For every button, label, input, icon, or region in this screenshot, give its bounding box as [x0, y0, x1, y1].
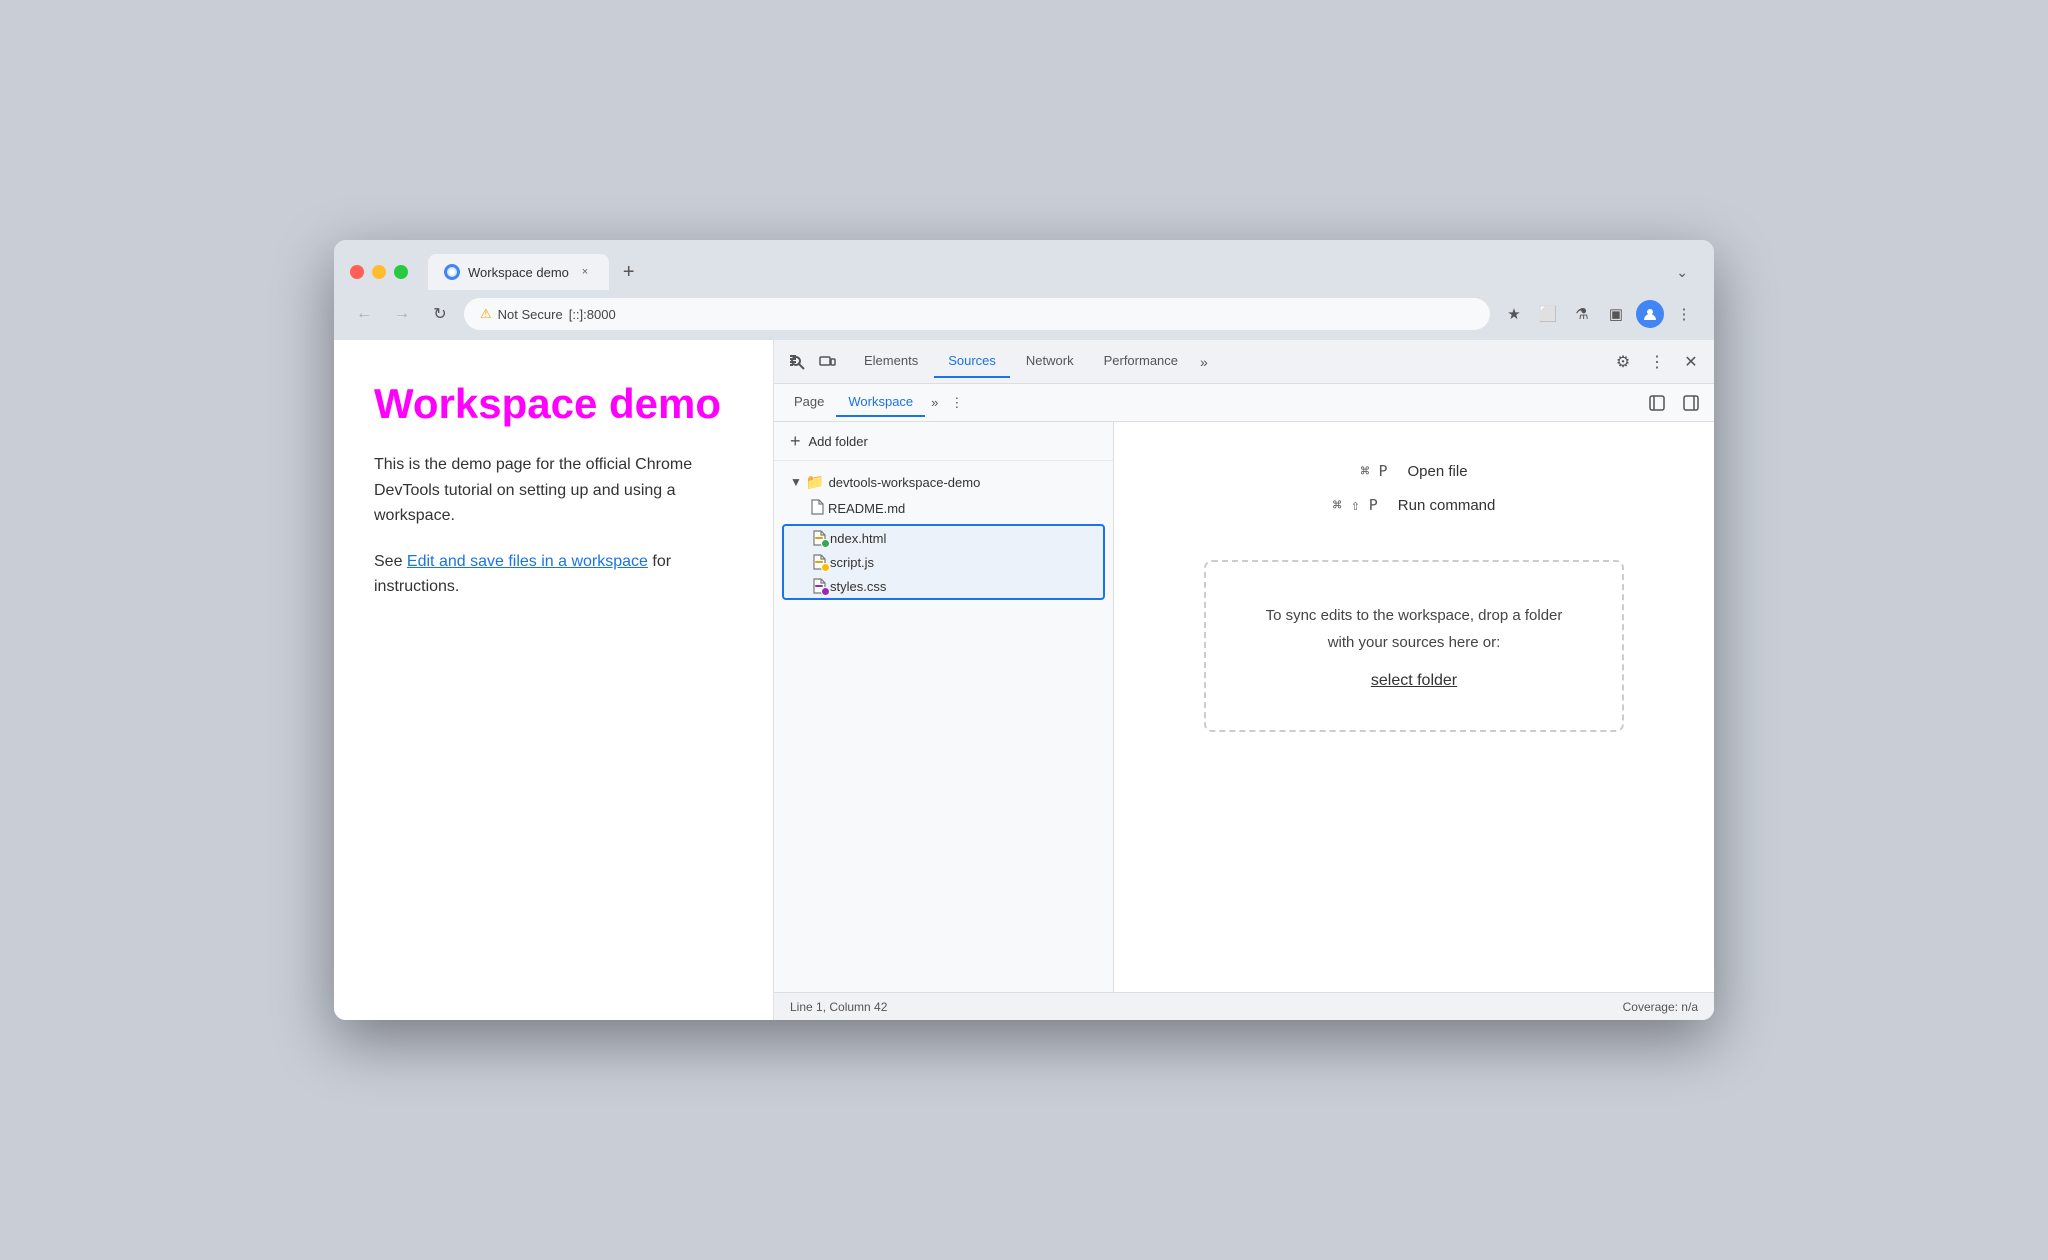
- bookmark-button[interactable]: ★: [1500, 300, 1528, 328]
- url-text: [::]​:8000: [569, 307, 616, 322]
- files-highlight-group: ndex.html: [782, 524, 1105, 600]
- active-tab[interactable]: Workspace demo ×: [428, 254, 609, 290]
- minimize-traffic-light[interactable]: [372, 265, 386, 279]
- folder-expand-icon: ▼: [790, 475, 802, 489]
- devtools-secondary-toolbar: Page Workspace » ⋮: [774, 384, 1714, 422]
- page-description: This is the demo page for the official C…: [374, 452, 733, 529]
- devtools-toolbar-actions: ⚙ ⋮ ✕: [1608, 347, 1706, 377]
- extensions-button[interactable]: ⬜: [1534, 300, 1562, 328]
- folder-row[interactable]: ▼ 📁 devtools-workspace-demo: [774, 469, 1113, 495]
- file-row-css[interactable]: styles.css: [784, 574, 1103, 598]
- address-bar: ← → ↻ ⚠ Not Secure [::]​:8000 ★ ⬜ ⚗ ▣ ⋮: [334, 290, 1714, 340]
- forward-button[interactable]: →: [388, 300, 416, 328]
- labs-button[interactable]: ⚗: [1568, 300, 1596, 328]
- url-bar[interactable]: ⚠ Not Secure [::]​:8000: [464, 298, 1490, 330]
- devtools-panel: Elements Sources Network Performance » ⚙…: [774, 340, 1714, 1020]
- maximize-traffic-light[interactable]: [394, 265, 408, 279]
- see-label: See: [374, 553, 407, 570]
- not-secure-label: Not Secure: [498, 307, 563, 322]
- webpage-panel: Workspace demo This is the demo page for…: [334, 340, 774, 1020]
- main-content: Workspace demo This is the demo page for…: [334, 340, 1714, 1020]
- add-folder-button[interactable]: + Add folder: [774, 422, 1113, 461]
- file-row-js[interactable]: script.js: [784, 550, 1103, 574]
- drop-zone-text: To sync edits to the workspace, drop a f…: [1256, 602, 1572, 656]
- browser-toolbar: ★ ⬜ ⚗ ▣ ⋮: [1500, 300, 1698, 328]
- file-name-css: styles.css: [830, 579, 886, 594]
- devtools-body: + Add folder ▼ 📁 devtools-workspace-demo: [774, 422, 1714, 992]
- subtab-page[interactable]: Page: [782, 388, 836, 417]
- page-link[interactable]: Edit and save files in a workspace: [407, 553, 648, 570]
- tab-elements[interactable]: Elements: [850, 345, 932, 378]
- page-title: Workspace demo: [374, 380, 733, 428]
- user-button[interactable]: [1636, 300, 1664, 328]
- browser-window: Workspace demo × + ⌄ ← → ↻ ⚠ Not Secure …: [334, 240, 1714, 1020]
- file-name-js: script.js: [830, 555, 874, 570]
- select-folder-link[interactable]: select folder: [1256, 672, 1572, 690]
- title-bar: Workspace demo × + ⌄: [334, 240, 1714, 290]
- shortcut-run-command: ⌘ ⇧ P Run command: [1333, 496, 1496, 514]
- file-row-readme[interactable]: README.md: [774, 495, 1113, 522]
- tab-overflow-button[interactable]: »: [1194, 346, 1214, 378]
- dot-purple: [821, 587, 830, 596]
- file-icon-css: [812, 578, 826, 594]
- file-icon-readme: [810, 499, 824, 518]
- shortcut-run-keys: ⌘ ⇧ P: [1333, 496, 1378, 514]
- drop-zone[interactable]: To sync edits to the workspace, drop a f…: [1204, 560, 1624, 732]
- file-name-html: ndex.html: [830, 531, 886, 546]
- file-icon-html: [812, 530, 826, 546]
- devtools-tabs: Elements Sources Network Performance »: [842, 345, 1608, 378]
- file-panel: + Add folder ▼ 📁 devtools-workspace-demo: [774, 422, 1114, 992]
- inspect-element-button[interactable]: [782, 347, 812, 377]
- file-name-readme: README.md: [828, 501, 905, 516]
- close-traffic-light[interactable]: [350, 265, 364, 279]
- devtools-toolbar: Elements Sources Network Performance » ⚙…: [774, 340, 1714, 384]
- dot-orange: [821, 563, 830, 572]
- tab-bar: Workspace demo × + ⌄: [428, 254, 1698, 290]
- tab-performance[interactable]: Performance: [1090, 345, 1192, 378]
- shortcut-run-action: Run command: [1398, 497, 1496, 514]
- status-position: Line 1, Column 42: [790, 1000, 887, 1014]
- file-row-html[interactable]: ndex.html: [784, 526, 1103, 550]
- secondary-toolbar-right: [1642, 388, 1706, 418]
- devtools-settings-button[interactable]: ⚙: [1608, 347, 1638, 377]
- subtab-more[interactable]: ⋮: [944, 389, 969, 417]
- subtab-workspace[interactable]: Workspace: [836, 388, 925, 417]
- new-tab-button[interactable]: +: [613, 255, 645, 290]
- editor-panel: ⌘ P Open file ⌘ ⇧ P Run command To sync …: [1114, 422, 1714, 992]
- tab-favicon: [444, 264, 460, 280]
- refresh-button[interactable]: ↻: [426, 300, 454, 328]
- status-coverage: Coverage: n/a: [1623, 1000, 1698, 1014]
- add-folder-label: Add folder: [809, 434, 868, 449]
- device-toggle-button[interactable]: [812, 347, 842, 377]
- status-bar: Line 1, Column 42 Coverage: n/a: [774, 992, 1714, 1020]
- traffic-lights: [350, 265, 408, 279]
- tab-network[interactable]: Network: [1012, 345, 1088, 378]
- sidebar-button[interactable]: ▣: [1602, 300, 1630, 328]
- tab-title: Workspace demo: [468, 265, 569, 280]
- add-icon: +: [790, 432, 801, 450]
- collapse-right-button[interactable]: [1676, 388, 1706, 418]
- folder-name: devtools-workspace-demo: [829, 475, 981, 490]
- shortcut-open-action: Open file: [1408, 463, 1468, 480]
- not-secure-icon: ⚠: [480, 306, 492, 322]
- back-button[interactable]: ←: [350, 300, 378, 328]
- shortcut-open-keys: ⌘ P: [1360, 462, 1387, 480]
- file-icon-js: [812, 554, 826, 570]
- devtools-close-button[interactable]: ✕: [1676, 347, 1706, 377]
- page-link-paragraph: See Edit and save files in a workspace f…: [374, 549, 733, 600]
- more-button[interactable]: ⋮: [1670, 300, 1698, 328]
- dot-green: [821, 539, 830, 548]
- tab-overflow-button[interactable]: ⌄: [1666, 258, 1698, 287]
- tab-close-button[interactable]: ×: [577, 264, 593, 280]
- subtab-overflow[interactable]: »: [925, 389, 944, 416]
- devtools-more-button[interactable]: ⋮: [1642, 347, 1672, 377]
- file-tree: ▼ 📁 devtools-workspace-demo: [774, 461, 1113, 610]
- shortcut-open-file: ⌘ P Open file: [1360, 462, 1467, 480]
- collapse-left-button[interactable]: [1642, 388, 1672, 418]
- folder-icon: 📁: [806, 473, 825, 491]
- tab-sources[interactable]: Sources: [934, 345, 1010, 378]
